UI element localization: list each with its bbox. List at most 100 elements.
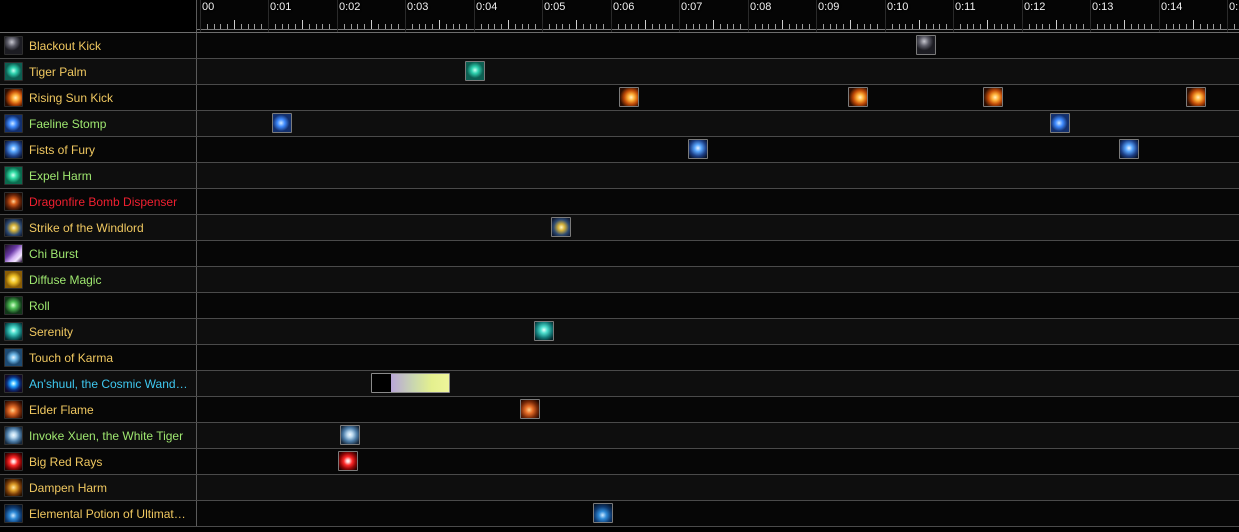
- icon-art: [5, 89, 22, 106]
- row-label-cell[interactable]: Expel Harm: [0, 163, 197, 188]
- timeline-row[interactable]: Chi Burst: [0, 241, 1239, 267]
- ruler-grid-line: [405, 0, 406, 32]
- ruler-minor-tick: [508, 20, 509, 29]
- row-label-cell[interactable]: Roll: [0, 293, 197, 318]
- ruler-grid-line: [1227, 0, 1228, 32]
- icon-art: [5, 219, 22, 236]
- timeline-row[interactable]: Faeline Stomp: [0, 111, 1239, 137]
- row-label-cell[interactable]: Serenity: [0, 319, 197, 344]
- ruler-minor-tick: [836, 24, 838, 29]
- ruler-grid-line: [885, 0, 886, 32]
- cast-event-icon[interactable]: [983, 87, 1003, 107]
- row-label-cell[interactable]: Dampen Harm: [0, 475, 197, 500]
- row-track[interactable]: [197, 501, 1239, 526]
- cast-event-icon[interactable]: [593, 503, 613, 523]
- timeline-row[interactable]: Elder Flame: [0, 397, 1239, 423]
- row-track[interactable]: [197, 345, 1239, 370]
- timeline-row[interactable]: Serenity: [0, 319, 1239, 345]
- cast-event-icon[interactable]: [619, 87, 639, 107]
- timeline-ruler[interactable]: 00 0:01 0:02 0:03 0:04 0:05 0:06 0:07 0:08 0:09 0:…: [197, 0, 1239, 32]
- row-track[interactable]: [197, 137, 1239, 162]
- cast-event-icon[interactable]: [1050, 113, 1070, 133]
- cast-event-icon[interactable]: [848, 87, 868, 107]
- cast-event-icon[interactable]: [272, 113, 292, 133]
- ruler-minor-tick: [719, 24, 721, 29]
- touch-of-karma-icon: [4, 348, 23, 367]
- row-track[interactable]: [197, 59, 1239, 84]
- timeline-row[interactable]: Roll: [0, 293, 1239, 319]
- cast-event-icon[interactable]: [551, 217, 571, 237]
- row-label-cell[interactable]: Faeline Stomp: [0, 111, 197, 136]
- cast-event-icon[interactable]: [1119, 139, 1139, 159]
- ruler-time-label: 0:09: [818, 1, 840, 13]
- elemental-potion-of-ultimate-power-icon: [4, 504, 23, 523]
- row-track[interactable]: [197, 423, 1239, 448]
- ruler-minor-tick: [699, 24, 701, 29]
- row-label-cell[interactable]: Fists of Fury: [0, 137, 197, 162]
- row-track[interactable]: [197, 319, 1239, 344]
- cast-event-icon[interactable]: [520, 399, 540, 419]
- cast-event-icon[interactable]: [534, 321, 554, 341]
- ruler-minor-tick: [398, 24, 400, 29]
- channel-cast-bar[interactable]: [371, 373, 450, 393]
- timeline-row[interactable]: Rising Sun Kick: [0, 85, 1239, 111]
- row-label-cell[interactable]: Dragonfire Bomb Dispenser: [0, 189, 197, 214]
- ruler-time-label: 0:08: [750, 1, 772, 13]
- row-label-cell[interactable]: Touch of Karma: [0, 345, 197, 370]
- timeline-row[interactable]: An'shuul, the Cosmic Wand…: [0, 371, 1239, 397]
- row-label-cell[interactable]: Strike of the Windlord: [0, 215, 197, 240]
- ruler-minor-tick: [932, 24, 934, 29]
- row-track[interactable]: [197, 215, 1239, 240]
- row-spell-name: Elemental Potion of Ultimat…: [29, 506, 186, 521]
- row-track[interactable]: [197, 397, 1239, 422]
- timeline-row[interactable]: Dragonfire Bomb Dispenser: [0, 189, 1239, 215]
- ruler-minor-tick: [535, 24, 537, 29]
- row-track[interactable]: [197, 293, 1239, 318]
- row-track[interactable]: [197, 241, 1239, 266]
- icon-art: [5, 297, 22, 314]
- cast-event-icon[interactable]: [688, 139, 708, 159]
- timeline-row[interactable]: Big Red Rays: [0, 449, 1239, 475]
- ruler-minor-tick: [1179, 24, 1181, 29]
- cast-event-icon[interactable]: [1186, 87, 1206, 107]
- cast-event-icon[interactable]: [340, 425, 360, 445]
- row-label-cell[interactable]: An'shuul, the Cosmic Wand…: [0, 371, 197, 396]
- row-track[interactable]: [197, 189, 1239, 214]
- ruler-minor-tick: [980, 24, 982, 29]
- cast-event-icon[interactable]: [916, 35, 936, 55]
- row-track[interactable]: [197, 33, 1239, 58]
- row-label-cell[interactable]: Big Red Rays: [0, 449, 197, 474]
- row-spell-name: Expel Harm: [29, 168, 92, 183]
- row-label-cell[interactable]: Rising Sun Kick: [0, 85, 197, 110]
- timeline-row[interactable]: Expel Harm: [0, 163, 1239, 189]
- row-track[interactable]: [197, 475, 1239, 500]
- row-label-cell[interactable]: Elemental Potion of Ultimat…: [0, 501, 197, 526]
- row-track[interactable]: [197, 371, 1239, 396]
- row-label-cell[interactable]: Invoke Xuen, the White Tiger: [0, 423, 197, 448]
- row-track[interactable]: [197, 449, 1239, 474]
- ruler-minor-tick: [692, 24, 694, 29]
- icon-art: [5, 505, 22, 522]
- timeline-row[interactable]: Diffuse Magic: [0, 267, 1239, 293]
- timeline-row[interactable]: Invoke Xuen, the White Tiger: [0, 423, 1239, 449]
- timeline-row[interactable]: Blackout Kick: [0, 33, 1239, 59]
- timeline-row[interactable]: Fists of Fury: [0, 137, 1239, 163]
- row-label-cell[interactable]: Diffuse Magic: [0, 267, 197, 292]
- timeline-row[interactable]: Touch of Karma: [0, 345, 1239, 371]
- row-track[interactable]: [197, 267, 1239, 292]
- row-label-cell[interactable]: Chi Burst: [0, 241, 197, 266]
- cast-event-icon[interactable]: [465, 61, 485, 81]
- timeline-row[interactable]: Strike of the Windlord: [0, 215, 1239, 241]
- row-label-cell[interactable]: Blackout Kick: [0, 33, 197, 58]
- row-label-cell[interactable]: Elder Flame: [0, 397, 197, 422]
- row-track[interactable]: [197, 111, 1239, 136]
- row-track[interactable]: [197, 163, 1239, 188]
- timeline-row[interactable]: Tiger Palm: [0, 59, 1239, 85]
- cast-event-icon[interactable]: [338, 451, 358, 471]
- timeline-row[interactable]: Dampen Harm: [0, 475, 1239, 501]
- row-label-cell[interactable]: Tiger Palm: [0, 59, 197, 84]
- row-track[interactable]: [197, 85, 1239, 110]
- ruler-minor-tick: [227, 24, 229, 29]
- row-spell-name: Chi Burst: [29, 246, 79, 261]
- timeline-row[interactable]: Elemental Potion of Ultimat…: [0, 501, 1239, 527]
